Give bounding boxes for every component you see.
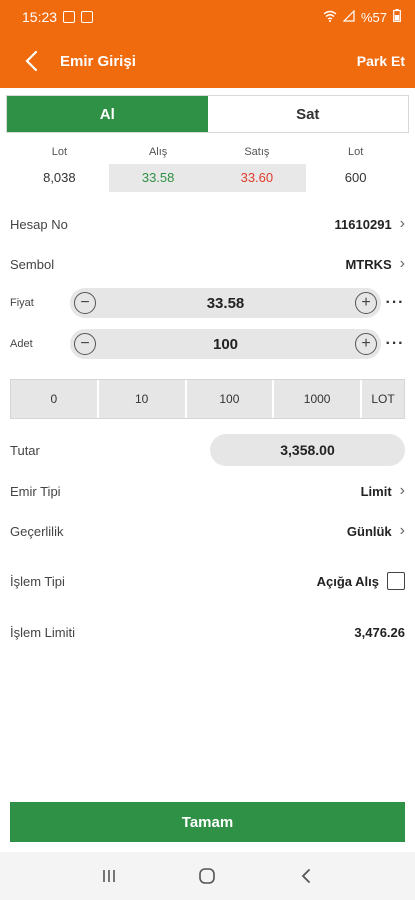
home-button[interactable] [187, 861, 227, 891]
price-label: Fiyat [10, 297, 34, 309]
chevron-right-icon: › [399, 255, 405, 272]
account-row[interactable]: Hesap No 11610291 › [10, 213, 405, 235]
account-value: 11610291 [334, 216, 392, 232]
gallery-icon [63, 11, 76, 23]
back-nav-button[interactable] [286, 861, 326, 891]
transaction-type-label: İşlem Tipi [10, 573, 65, 589]
symbol-row[interactable]: Sembol MTRKS › [10, 253, 405, 275]
signal-icon [342, 9, 355, 25]
chevron-left-icon [25, 50, 38, 72]
wifi-icon [323, 10, 337, 25]
validity-row[interactable]: Geçerlilik Günlük › [10, 520, 405, 542]
ask-lot-value: 600 [344, 170, 367, 185]
quantity-decrement-button[interactable]: − [74, 333, 96, 355]
tab-buy[interactable]: Al [7, 96, 208, 132]
quantity-stepper: − 100 + [70, 329, 381, 359]
quote-panel: Lot 8,038 Alış 33.58 Satış 33.60 Lot 600 [0, 143, 415, 192]
chevron-left-icon [301, 869, 310, 883]
recents-button[interactable] [89, 861, 129, 891]
ask-price[interactable]: 33.60 [207, 164, 307, 192]
total-label: Tutar [10, 442, 40, 458]
submit-button[interactable]: Tamam [10, 802, 405, 842]
bid-column: Alış 33.58 [108, 143, 208, 192]
price-increment-button[interactable]: + [354, 292, 377, 314]
price-row: Fiyat − 33.58 + ··· [10, 288, 409, 318]
ask-lot-column: Lot 600 [306, 143, 405, 192]
short-buy-label: Açığa Alış [316, 573, 379, 589]
park-button[interactable]: Park Et [357, 53, 405, 69]
order-side-tabs: Al Sat [6, 95, 409, 133]
transaction-limit-value: 3,476.26 [354, 624, 405, 640]
ask-lot-label: Lot [347, 146, 364, 158]
total-value: 3,358.00 [210, 434, 405, 466]
quantity-row: Adet − 100 + ··· [10, 329, 409, 359]
price-decrement-button[interactable]: − [74, 292, 96, 314]
short-buy-checkbox[interactable] [387, 572, 405, 590]
battery-level: %57 [360, 9, 387, 25]
quantity-increment-button[interactable]: + [355, 333, 377, 355]
symbol-label: Sembol [10, 256, 55, 272]
quick-qty-lot-button[interactable]: LOT [362, 380, 404, 418]
order-type-value: Limit [360, 483, 392, 499]
chevron-right-icon: › [399, 522, 405, 539]
notification-icon [81, 11, 94, 23]
price-input[interactable]: 33.58 [207, 295, 245, 312]
app-header: 15:23 %57 Emir Girişi Park Et [0, 0, 415, 88]
quantity-more-icon[interactable]: ··· [381, 335, 409, 353]
order-type-label: Emir Tipi [10, 483, 61, 499]
battery-icon [393, 9, 401, 25]
bid-lot-label: Lot [51, 146, 68, 158]
quick-qty-1000-button[interactable]: 1000 [274, 380, 362, 418]
symbol-value: MTRKS [345, 256, 392, 272]
chevron-right-icon: › [399, 482, 405, 499]
quantity-label: Adet [10, 338, 33, 350]
total-row: Tutar 3,358.00 [10, 434, 405, 466]
ask-label: Satış [244, 146, 270, 158]
page-title: Emir Girişi [60, 52, 136, 70]
status-bar: 15:23 %57 [0, 0, 415, 34]
transaction-type-row: İşlem Tipi Açığa Alış [10, 570, 405, 592]
quick-qty-0-button[interactable]: 0 [11, 380, 99, 418]
quick-qty-10-button[interactable]: 10 [98, 380, 187, 418]
back-button[interactable] [14, 44, 48, 78]
transaction-limit-row: İşlem Limiti 3,476.26 [10, 621, 405, 643]
status-time: 15:23 [22, 9, 58, 25]
bid-lot-value: 8,038 [43, 170, 76, 185]
account-label: Hesap No [10, 216, 68, 232]
bid-price[interactable]: 33.58 [108, 164, 208, 192]
validity-label: Geçerlilik [10, 523, 64, 539]
price-stepper: − 33.58 + [70, 288, 381, 318]
bid-lot-column: Lot 8,038 [10, 143, 109, 192]
ask-column: Satış 33.60 [207, 143, 307, 192]
recents-icon [103, 870, 115, 882]
price-more-icon[interactable]: ··· [381, 294, 409, 312]
validity-value: Günlük [346, 523, 392, 539]
quick-qty-100-button[interactable]: 100 [186, 380, 275, 418]
chevron-right-icon: › [399, 215, 405, 232]
quantity-input[interactable]: 100 [213, 336, 238, 353]
transaction-limit-label: İşlem Limiti [10, 624, 76, 640]
system-nav-bar [0, 852, 415, 900]
home-icon [199, 868, 216, 884]
quick-quantity-grid: 0 10 100 1000 LOT [10, 379, 405, 419]
tab-sell[interactable]: Sat [207, 96, 408, 132]
navigation-header: Emir Girişi Park Et [0, 34, 415, 88]
order-type-row[interactable]: Emir Tipi Limit › [10, 480, 405, 502]
bid-label: Alış [148, 146, 168, 158]
